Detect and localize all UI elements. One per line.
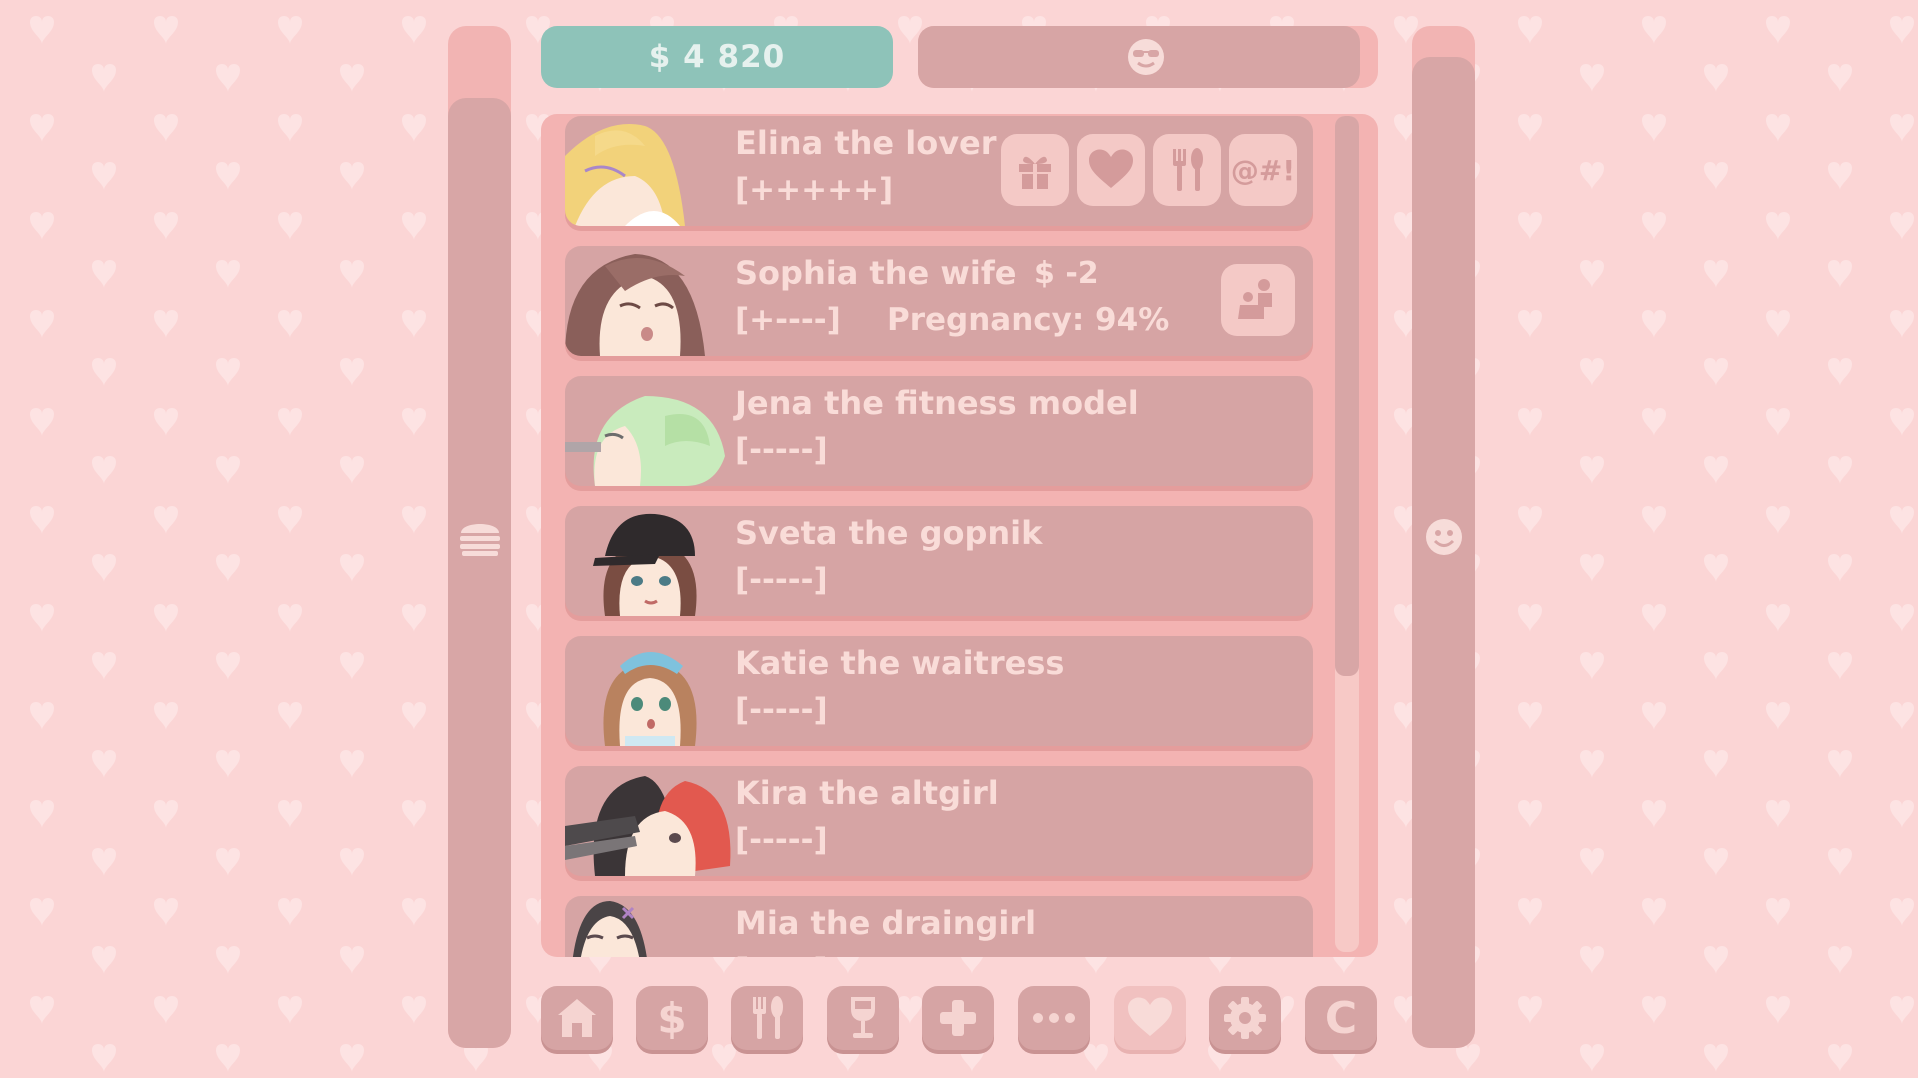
mood-meter [918, 26, 1378, 88]
nav-c-button[interactable]: C [1305, 986, 1377, 1050]
hunger-meter-fill [448, 97, 511, 1048]
couple-icon [1238, 279, 1272, 319]
fork-spoon-icon [1173, 148, 1203, 191]
nav-food-button[interactable] [731, 986, 803, 1050]
katie-portrait [603, 652, 697, 746]
swear-button[interactable]: @#! [1229, 134, 1297, 206]
girl-card-jena[interactable]: Jena the fitness model [-----] [565, 376, 1313, 486]
girl-money-change: $ -2 [1034, 256, 1099, 291]
c-icon: C [1324, 992, 1358, 1044]
nav-health-button[interactable] [922, 986, 994, 1050]
more-dots-icon [1033, 1013, 1075, 1023]
sunglasses-face-icon [1128, 39, 1164, 75]
jena-portrait [565, 396, 725, 486]
girl-relationship-stat: [-----] [735, 432, 828, 468]
happiness-meter [1412, 26, 1475, 1048]
money-label: $ 4 820 [648, 39, 786, 75]
girl-card-katie[interactable]: Katie the waitress [-----] [565, 636, 1313, 746]
girl-relationship-stat: [-----] [735, 692, 828, 728]
girl-name: Katie the waitress [735, 644, 1065, 682]
girl-name: Mia the draingirl [735, 904, 1037, 942]
nav-money-button[interactable]: $ [636, 986, 708, 1050]
nav-settings-button[interactable] [1209, 986, 1281, 1050]
pregnancy-status: Pregnancy: 94% [887, 302, 1170, 338]
sophia-portrait [565, 254, 705, 356]
plus-icon [940, 1000, 976, 1036]
fork-spoon-icon [753, 996, 783, 1039]
girls-list[interactable]: Elina the lover [+++++] @#! Sophia the w… [541, 114, 1378, 957]
heart-icon [1128, 997, 1172, 1036]
girl-relationship-stat: [+++++] [735, 172, 894, 208]
hunger-meter [448, 26, 511, 1048]
girl-name: Elina the lover [735, 124, 997, 162]
nav-home-button[interactable] [541, 986, 613, 1050]
couple-action-button[interactable] [1221, 264, 1295, 336]
list-scrollbar-thumb[interactable] [1335, 116, 1359, 676]
mia-portrait [572, 901, 647, 957]
gear-icon [1224, 997, 1266, 1039]
wine-glass-icon [851, 997, 875, 1038]
kira-portrait [565, 776, 731, 876]
nav-girls-button[interactable] [1114, 986, 1186, 1050]
nav-drinks-button[interactable] [827, 986, 899, 1050]
gift-button[interactable] [1001, 134, 1069, 206]
home-icon [558, 999, 596, 1037]
gift-icon [1019, 156, 1051, 189]
girl-card-mia[interactable]: Mia the draingirl [-----] [565, 896, 1313, 957]
elina-portrait [565, 124, 685, 226]
nav-more-button[interactable] [1018, 986, 1090, 1050]
girl-name: Sveta the gopnik [735, 514, 1043, 552]
girl-relationship-stat: [-----] [735, 822, 828, 858]
girl-card-kira[interactable]: Kira the altgirl [-----] [565, 766, 1313, 876]
smile-face-icon [1425, 519, 1462, 555]
swear-icon: @#! [1230, 153, 1296, 187]
feed-button[interactable] [1153, 134, 1221, 206]
burger-icon [459, 524, 500, 556]
list-scrollbar[interactable] [1335, 116, 1359, 952]
love-button[interactable] [1077, 134, 1145, 206]
girl-relationship-stat: [+----] [735, 302, 841, 338]
girl-name: Kira the altgirl [735, 774, 999, 812]
girl-name: Sophia the wife [735, 254, 1017, 292]
money-display: $ 4 820 [541, 26, 893, 88]
girl-relationship-stat: [-----] [735, 562, 828, 598]
girl-card-sveta[interactable]: Sveta the gopnik [-----] [565, 506, 1313, 616]
girl-relationship-stat: [-----] [735, 952, 828, 957]
heart-icon [1089, 149, 1133, 188]
sveta-portrait [593, 513, 697, 616]
girl-name: Jena the fitness model [735, 384, 1139, 422]
girl-card-elina[interactable]: Elina the lover [+++++] @#! [565, 116, 1313, 226]
dollar-icon: $ [657, 993, 687, 1043]
girl-card-sophia[interactable]: Sophia the wife $ -2 [+----] Pregnancy: … [565, 246, 1313, 356]
